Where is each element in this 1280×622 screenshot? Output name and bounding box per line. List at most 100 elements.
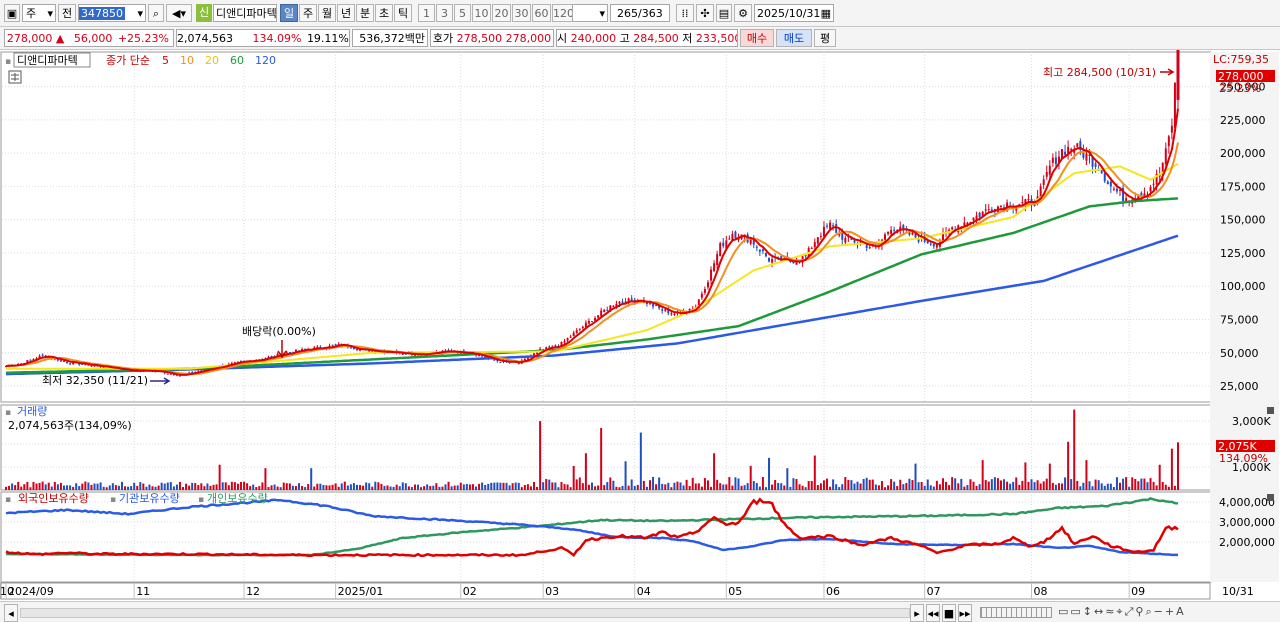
volume-bar [148, 484, 151, 490]
volume-bar [307, 484, 310, 490]
stock-code-input[interactable]: 347850 ▾ [78, 4, 146, 22]
volume-bar [163, 483, 166, 490]
candle-body [1149, 186, 1152, 192]
volume-bar [713, 453, 716, 490]
tool-icons[interactable]: ▭▭↕↔≈⌖⤢⚲⌕−+A [1058, 603, 1186, 621]
interval-button-30[interactable]: 30 [512, 4, 531, 22]
candle-body [597, 315, 600, 318]
market-select[interactable]: 주 ▾ [22, 4, 56, 22]
volume-bar [887, 485, 890, 490]
interval-button-5[interactable]: 5 [454, 4, 471, 22]
candle-body [673, 313, 676, 315]
volume-bar [349, 484, 352, 490]
volume-bar [734, 477, 737, 490]
candle-body [822, 226, 825, 237]
volume-bar [459, 482, 462, 490]
fast-forward-icon[interactable]: ▸▸ [958, 604, 972, 622]
volume-bar [1109, 483, 1112, 490]
volume-bar [639, 432, 642, 490]
candle-body [591, 321, 593, 323]
volume-bar [1027, 481, 1030, 490]
stock-chart[interactable]: 25,000 50,000 75,000 100,000 125,000 150,000 1… [0, 50, 1280, 601]
volume-bar [429, 485, 432, 490]
volume-bar [456, 485, 459, 490]
volume-bar [636, 484, 639, 490]
window-menu-icon[interactable]: ▣ [4, 4, 20, 22]
volume-bar [264, 468, 267, 490]
volume-bar [11, 483, 14, 490]
volume-bar [374, 481, 377, 490]
volume-bar [227, 485, 230, 490]
candle-body [1076, 143, 1079, 147]
volume-bar [505, 482, 508, 490]
save-icon[interactable]: ▤ [716, 4, 732, 22]
volume-bar [282, 482, 285, 490]
candle-body [819, 235, 822, 237]
y-tick-label: 100,000 [1220, 280, 1266, 293]
volume-bar [462, 484, 465, 490]
interval-button-60[interactable]: 60 [532, 4, 551, 22]
candle-body [844, 237, 847, 243]
gear-icon[interactable]: ⚙ [734, 4, 752, 22]
volume-bar [764, 487, 767, 490]
zoom-slider[interactable] [980, 607, 1052, 618]
interval-button-10[interactable]: 10 [472, 4, 491, 22]
stop-icon[interactable]: ■ [942, 604, 956, 622]
volume-bar [243, 481, 246, 490]
volume-bar [203, 486, 206, 490]
volume-bar [23, 484, 26, 490]
candle-body [749, 239, 752, 244]
count-field[interactable]: 265/363 [610, 4, 670, 22]
tab-period-5[interactable]: 초 [375, 4, 393, 22]
interval-button-1[interactable]: 1 [418, 4, 435, 22]
candle-body [1027, 199, 1030, 201]
interval-button-120[interactable]: 120 [552, 4, 574, 22]
volume-bar [496, 482, 499, 490]
volume-bar [407, 486, 410, 490]
current-pct-label: 25.23% [1219, 82, 1261, 95]
volume-bar [578, 477, 581, 490]
volume-bar [1045, 478, 1048, 490]
candle-icon[interactable]: ⁞⁞ [676, 4, 694, 22]
interval-button-3[interactable]: 3 [436, 4, 453, 22]
volume-bar [627, 485, 630, 490]
volume-bar [533, 481, 536, 490]
buy-button[interactable]: 매수 [740, 29, 774, 47]
rewind-icon[interactable]: ◂◂ [926, 604, 940, 622]
interval-button-20[interactable]: 20 [492, 4, 511, 22]
scroll-right-icon[interactable]: ▸ [910, 604, 924, 622]
interval-select[interactable]: ▾ [572, 4, 608, 22]
tab-period-0[interactable]: 일 [280, 4, 298, 22]
volume-bar [322, 484, 325, 490]
volume-bar [847, 479, 850, 490]
scroll-left-icon[interactable]: ◂ [4, 604, 18, 622]
candle-body [1045, 172, 1048, 177]
tab-period-3[interactable]: 년 [337, 4, 355, 22]
tab-period-1[interactable]: 주 [299, 4, 317, 22]
volume-bar [594, 486, 597, 490]
horizontal-scrollbar[interactable] [20, 608, 910, 618]
tab-period-4[interactable]: 분 [356, 4, 374, 22]
speaker-icon[interactable]: ◀▾ [166, 4, 192, 22]
tab-period-6[interactable]: 틱 [394, 4, 412, 22]
candle-body [716, 254, 719, 266]
tab-period-2[interactable]: 월 [318, 4, 336, 22]
candle-body [884, 234, 886, 240]
sell-button[interactable]: 매도 [776, 29, 812, 47]
avg-button[interactable]: 평 [814, 29, 836, 47]
date-field[interactable]: 2025/10/31 ▦ [754, 4, 834, 22]
volume-bar [468, 484, 471, 490]
prev-code-button[interactable]: 전 [58, 4, 76, 22]
volume-bar [267, 486, 270, 490]
company-name-field[interactable]: 디앤디파마텍 [213, 4, 277, 22]
candle-body [768, 258, 771, 262]
volume-bar [822, 480, 825, 490]
volume-bar [139, 482, 142, 490]
market-label: 주 [26, 7, 37, 20]
volume-bar [963, 486, 966, 490]
search-icon[interactable]: ⌕ [148, 4, 164, 22]
volume-bar [1149, 478, 1152, 490]
candle-body [349, 347, 352, 349]
crosshair-icon[interactable]: ✣ [696, 4, 714, 22]
volume-bar [841, 484, 844, 490]
